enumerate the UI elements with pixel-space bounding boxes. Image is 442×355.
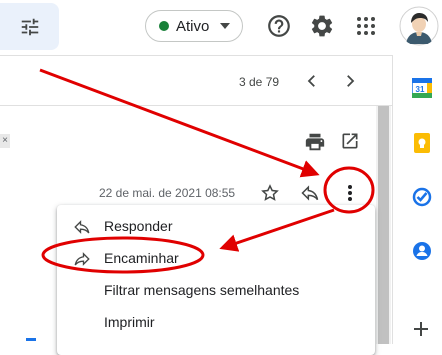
status-selector[interactable]: Ativo bbox=[145, 10, 243, 42]
menu-item-reply[interactable]: Responder bbox=[57, 210, 375, 242]
toolbar-divider bbox=[0, 55, 392, 56]
gear-icon bbox=[311, 15, 333, 37]
keep-app-button[interactable] bbox=[414, 133, 430, 158]
status-dot bbox=[159, 21, 169, 31]
status-label: Ativo bbox=[176, 18, 210, 35]
message-options-menu: Responder Encaminhar Filtrar mensagens s… bbox=[57, 205, 375, 355]
apps-grid-icon bbox=[357, 17, 375, 35]
chevron-right-icon bbox=[347, 75, 355, 87]
help-button[interactable] bbox=[266, 13, 294, 41]
add-icon bbox=[414, 322, 428, 336]
forward-icon bbox=[74, 252, 90, 266]
more-vert-icon bbox=[348, 185, 352, 201]
chevron-left-icon bbox=[307, 75, 315, 87]
menu-item-print[interactable]: Imprimir bbox=[57, 306, 375, 338]
calendar-day: 31 bbox=[416, 85, 425, 94]
search-options-button[interactable] bbox=[0, 3, 59, 50]
help-icon bbox=[268, 15, 290, 37]
menu-item-label: Filtrar mensagens semelhantes bbox=[104, 282, 300, 298]
calendar-app-button[interactable]: 31 bbox=[411, 77, 433, 103]
reply-icon bbox=[301, 185, 319, 201]
contacts-icon bbox=[413, 242, 431, 260]
menu-item-label: Imprimir bbox=[104, 314, 155, 330]
menu-item-label: Encaminhar bbox=[104, 250, 179, 266]
open-in-new-icon bbox=[342, 133, 358, 149]
calendar-icon: 31 bbox=[411, 77, 433, 99]
message-date: 22 de mai. de 2021 08:55 bbox=[99, 186, 236, 200]
newer-button[interactable] bbox=[341, 72, 359, 95]
star-outline-icon bbox=[261, 184, 279, 201]
tasks-icon bbox=[412, 187, 432, 207]
open-new-window-button[interactable] bbox=[340, 131, 360, 156]
print-all-button[interactable] bbox=[304, 131, 326, 158]
menu-item-filter-similar[interactable]: Filtrar mensagens semelhantes bbox=[57, 274, 375, 306]
settings-button[interactable] bbox=[309, 13, 337, 41]
scrollbar-thumb[interactable] bbox=[378, 106, 389, 344]
older-button[interactable] bbox=[303, 72, 321, 95]
user-avatar-icon bbox=[399, 6, 439, 46]
side-panel: 31 bbox=[392, 55, 442, 344]
tasks-app-button[interactable] bbox=[412, 187, 432, 212]
menu-item-label: Responder bbox=[104, 218, 173, 234]
account-avatar[interactable] bbox=[399, 6, 439, 46]
menu-item-forward[interactable]: Encaminhar bbox=[57, 242, 375, 274]
body-link-fragment bbox=[26, 338, 36, 341]
header-divider bbox=[0, 105, 392, 106]
add-app-button[interactable] bbox=[413, 321, 429, 342]
keep-icon bbox=[414, 133, 430, 153]
pager-count: 3 de 79 bbox=[239, 75, 280, 89]
caret-down-icon bbox=[220, 23, 230, 29]
tune-icon bbox=[21, 18, 39, 36]
print-icon bbox=[305, 133, 325, 151]
apps-button[interactable] bbox=[354, 14, 382, 42]
contacts-app-button[interactable] bbox=[412, 241, 432, 266]
label-remove-button[interactable]: × bbox=[0, 134, 10, 148]
reply-icon bbox=[74, 220, 90, 234]
